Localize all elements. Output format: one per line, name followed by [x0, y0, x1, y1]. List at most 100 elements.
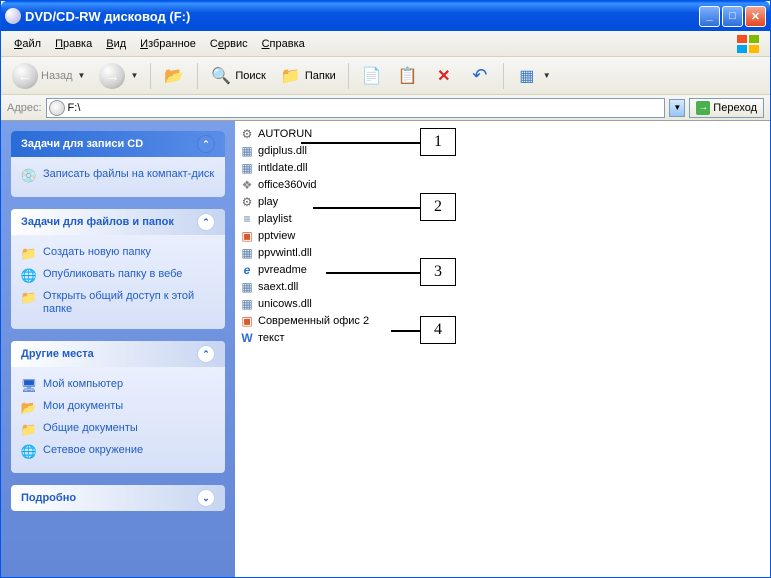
my-computer-link[interactable]: Мой компьютер [21, 375, 215, 397]
file-icon [239, 143, 255, 159]
places-header[interactable]: Другие места ⌃ [11, 341, 225, 367]
explorer-window: DVD/CD-RW дисковод (F:) _ □ ✕ Файл Правк… [0, 0, 771, 578]
forward-button[interactable]: → ▼ [94, 61, 143, 91]
copy-to-icon: 📋 [397, 65, 419, 87]
file-name: intldate.dll [258, 162, 308, 174]
panel-body: Записать файлы на компакт-диск [11, 157, 225, 197]
back-arrow-icon: ← [12, 63, 38, 89]
file-name: office360vid [258, 179, 317, 191]
file-name: текст [258, 332, 285, 344]
places-panel: Другие места ⌃ Мой компьютер Мои докумен… [11, 341, 225, 473]
link-text: Создать новую папку [43, 246, 151, 259]
documents-icon [21, 400, 37, 416]
undo-button[interactable]: ↶ [464, 61, 496, 91]
file-icon [239, 194, 255, 210]
window-controls: _ □ ✕ [699, 6, 766, 27]
file-item[interactable]: unicows.dll [237, 295, 768, 312]
file-icon [239, 330, 255, 346]
file-icon [239, 245, 255, 261]
file-item[interactable]: Современный офис 2 [237, 312, 768, 329]
publish-link[interactable]: Опубликовать папку в вебе [21, 265, 215, 287]
views-icon: ▦ [516, 65, 538, 87]
go-button[interactable]: → Переход [689, 98, 764, 118]
collapse-icon: ⌃ [197, 135, 215, 153]
menu-file[interactable]: Файл [7, 35, 48, 53]
move-to-button[interactable]: 📄 [356, 61, 388, 91]
share-link[interactable]: Открыть общий доступ к этой папке [21, 287, 215, 319]
panel-title: Подробно [21, 492, 76, 504]
delete-button[interactable]: ✕ [428, 61, 460, 91]
menu-view[interactable]: Вид [99, 35, 133, 53]
menu-help[interactable]: Справка [255, 35, 312, 53]
new-folder-link[interactable]: Создать новую папку [21, 243, 215, 265]
file-name: gdiplus.dll [258, 145, 307, 157]
back-button[interactable]: ← Назад ▼ [7, 61, 90, 91]
file-item[interactable]: playlist [237, 210, 768, 227]
forward-arrow-icon: → [99, 63, 125, 89]
maximize-button[interactable]: □ [722, 6, 743, 27]
file-item[interactable]: pvreadme [237, 261, 768, 278]
annotation-leader-line [391, 330, 420, 332]
file-name: saext.dll [258, 281, 298, 293]
file-item[interactable]: ppvwintl.dll [237, 244, 768, 261]
my-documents-link[interactable]: Мои документы [21, 397, 215, 419]
minimize-button[interactable]: _ [699, 6, 720, 27]
drive-icon [5, 8, 21, 24]
addressbar: Адрес: ▼ → Переход [1, 95, 770, 121]
cd-icon [21, 168, 37, 184]
network-icon [21, 444, 37, 460]
expand-icon: ⌄ [197, 489, 215, 507]
file-name: unicows.dll [258, 298, 312, 310]
file-item[interactable]: saext.dll [237, 278, 768, 295]
collapse-icon: ⌃ [197, 213, 215, 231]
search-label: Поиск [235, 70, 265, 82]
search-button[interactable]: Поиск [205, 61, 270, 91]
annotation-callout: 4 [420, 316, 456, 344]
menu-service[interactable]: Сервис [203, 35, 255, 53]
annotation-leader-line [301, 142, 420, 144]
separator [197, 63, 198, 89]
file-item[interactable]: текст [237, 329, 768, 346]
copy-to-button[interactable]: 📋 [392, 61, 424, 91]
file-tasks-header[interactable]: Задачи для файлов и папок ⌃ [11, 209, 225, 235]
file-item[interactable]: intldate.dll [237, 159, 768, 176]
details-panel: Подробно ⌄ [11, 485, 225, 511]
computer-icon [21, 378, 37, 394]
file-item[interactable]: pptview [237, 227, 768, 244]
details-header[interactable]: Подробно ⌄ [11, 485, 225, 511]
panel-title: Задачи для файлов и папок [21, 216, 174, 228]
titlebar[interactable]: DVD/CD-RW дисковод (F:) _ □ ✕ [1, 1, 770, 31]
globe-icon [21, 268, 37, 284]
annotation-callout: 3 [420, 258, 456, 286]
annotation-leader-line [326, 272, 420, 274]
cd-tasks-header[interactable]: Задачи для записи CD ⌃ [11, 131, 225, 157]
shared-documents-link[interactable]: Общие документы [21, 419, 215, 441]
file-item[interactable]: gdiplus.dll [237, 142, 768, 159]
link-text: Записать файлы на компакт-диск [43, 168, 214, 181]
network-link[interactable]: Сетевое окружение [21, 441, 215, 463]
toolbar: ← Назад ▼ → ▼ Поиск Папки 📄 📋 ✕ ↶ ▦ ▼ [1, 57, 770, 95]
close-button[interactable]: ✕ [745, 6, 766, 27]
address-input[interactable] [68, 102, 663, 114]
menu-favorites[interactable]: Избранное [133, 35, 203, 53]
collapse-icon: ⌃ [197, 345, 215, 363]
file-name: play [258, 196, 278, 208]
chevron-down-icon: ▼ [130, 71, 138, 80]
file-name: playlist [258, 213, 292, 225]
move-to-icon: 📄 [361, 65, 383, 87]
folders-button[interactable]: Папки [275, 61, 341, 91]
annotation-callout: 1 [420, 128, 456, 156]
file-item[interactable]: office360vid [237, 176, 768, 193]
drive-icon [49, 100, 65, 116]
address-dropdown-button[interactable]: ▼ [669, 99, 685, 117]
share-folder-icon [21, 290, 37, 306]
write-cd-link[interactable]: Записать файлы на компакт-диск [21, 165, 215, 187]
up-button[interactable] [158, 61, 190, 91]
menu-edit[interactable]: Правка [48, 35, 99, 53]
address-input-wrap[interactable] [46, 98, 666, 118]
file-list-area[interactable]: AUTORUN gdiplus.dll intldate.dll office360v… [235, 121, 770, 577]
panel-body: Создать новую папку Опубликовать папку в… [11, 235, 225, 329]
file-item[interactable]: AUTORUN [237, 125, 768, 142]
views-button[interactable]: ▦ ▼ [511, 61, 556, 91]
chevron-down-icon: ▼ [543, 71, 551, 80]
